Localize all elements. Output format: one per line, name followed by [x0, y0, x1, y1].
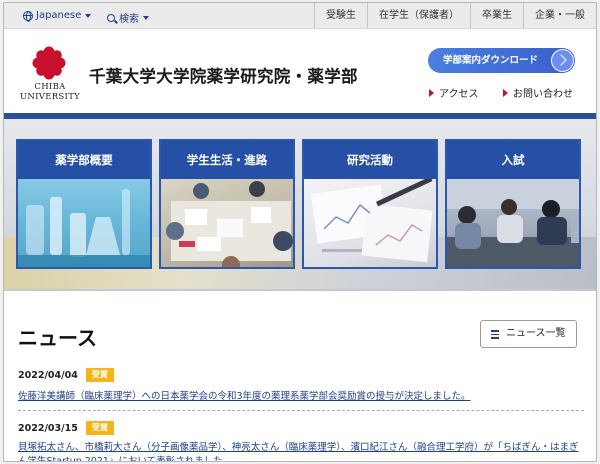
access-link[interactable]: アクセス — [429, 85, 479, 100]
card-image-students-table — [161, 179, 293, 267]
news-divider — [18, 410, 584, 411]
card-image-lab-glassware — [18, 179, 150, 267]
link-prospective-students[interactable]: 受験生 — [314, 3, 367, 28]
card-faculty-overview[interactable]: 薬学部概要 — [16, 139, 152, 269]
triangle-right-icon — [429, 88, 434, 97]
card-title: 学生生活・進路 — [161, 141, 293, 179]
brochure-download-label: 学部案内ダウンロード — [443, 55, 539, 66]
list-menu-icon — [491, 330, 499, 339]
globe-icon — [23, 10, 33, 22]
card-image-research-papers — [304, 179, 436, 267]
brochure-download-button[interactable]: 学部案内ダウンロード — [428, 48, 575, 73]
chevron-right-icon — [551, 49, 574, 72]
news-item: 2022/04/04 受賞 佐藤洋美講師（臨床薬理学）への日本薬学会の令和3年度… — [18, 367, 584, 402]
contact-label: お問い合わせ — [513, 89, 573, 100]
search-toggle[interactable]: 検索 — [107, 10, 149, 25]
browser-frame: Japanese 検索 受験生 在学生（保護者） 卒業生 企業・一般 CHIBA… — [3, 2, 597, 462]
news-category-badge: 受賞 — [85, 421, 114, 435]
card-student-life-careers[interactable]: 学生生活・進路 — [159, 139, 295, 269]
link-alumni[interactable]: 卒業生 — [470, 3, 523, 28]
audience-links: 受験生 在学生（保護者） 卒業生 企業・一般 — [314, 3, 596, 28]
card-admissions[interactable]: 入試 — [445, 139, 581, 269]
card-title: 入試 — [447, 141, 579, 179]
news-category-badge: 受賞 — [85, 368, 114, 382]
card-research-activities[interactable]: 研究活動 — [302, 139, 438, 269]
site-title[interactable]: 千葉大学大学院薬学研究院・薬学部 — [89, 63, 358, 87]
top-utility-bar: Japanese 検索 受験生 在学生（保護者） 卒業生 企業・一般 — [4, 3, 596, 29]
news-list-label: ニュース一覧 — [506, 328, 566, 339]
access-label: アクセス — [439, 89, 479, 100]
news-date: 2022/04/04 — [18, 369, 78, 381]
card-title: 研究活動 — [304, 141, 436, 179]
contact-link[interactable]: お問い合わせ — [503, 85, 573, 100]
caret-down-icon — [85, 13, 92, 18]
link-current-students[interactable]: 在学生（保護者） — [367, 3, 470, 28]
triangle-right-icon — [503, 88, 508, 97]
news-heading: ニュース — [18, 326, 97, 350]
link-companies-general[interactable]: 企業・一般 — [523, 3, 596, 28]
logo-wordmark: CHIBA UNIVERSITY — [19, 82, 81, 102]
card-image-lecture-hall — [447, 179, 579, 267]
news-link[interactable]: 貝塚拓太さん、市橋莉大さん（分子画像薬品学）、神亮太さん（臨床薬理学）、濱口紀江… — [18, 441, 584, 461]
language-selector[interactable]: Japanese — [23, 10, 92, 22]
caret-down-icon — [143, 15, 149, 20]
search-icon — [107, 13, 115, 22]
news-date: 2022/03/15 — [18, 422, 78, 434]
language-label: Japanese — [36, 10, 82, 21]
search-label: 検索 — [119, 14, 139, 25]
news-list-button[interactable]: ニュース一覧 — [480, 320, 577, 348]
chiba-university-logo-icon[interactable] — [32, 46, 66, 80]
news-item: 2022/03/15 受賞 貝塚拓太さん、市橋莉大さん（分子画像薬品学）、神亮太… — [18, 420, 584, 461]
news-link[interactable]: 佐藤洋美講師（臨床薬理学）への日本薬学会の令和3年度の薬理系薬学部会奨励賞の授与… — [18, 388, 584, 402]
hero-banner: 薬学部概要 学生生活・進路 研究活動 入試 — [4, 119, 596, 291]
card-title: 薬学部概要 — [18, 141, 150, 179]
